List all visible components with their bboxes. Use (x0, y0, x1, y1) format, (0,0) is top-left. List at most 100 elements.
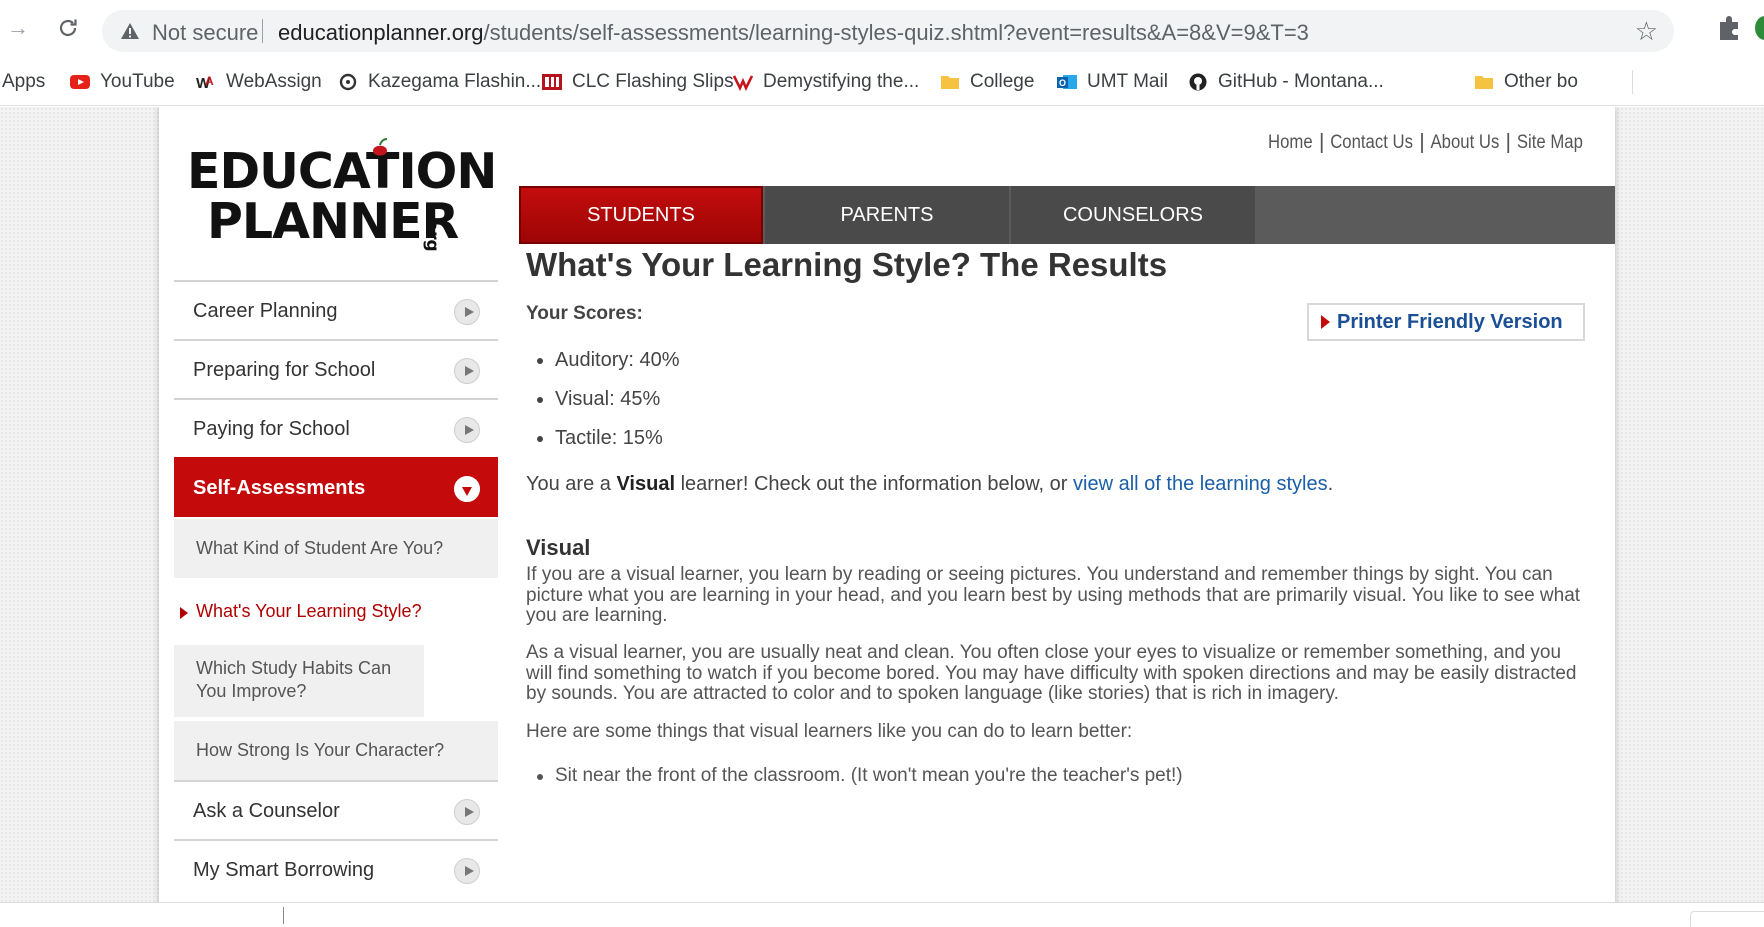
subnav-item-label: What's Your Learning Style? (196, 601, 422, 621)
bookmarks-divider (1632, 70, 1633, 94)
bookmark-kazegama[interactable]: Kazegama Flashin... (338, 70, 541, 94)
tip-list: Sit near the front of the classroom. (It… (526, 761, 1183, 791)
arrow-right-circle-icon (454, 417, 480, 443)
sidebar-item-ask-a-counselor[interactable]: Ask a Counselor (174, 780, 498, 840)
profile-avatar[interactable] (1755, 16, 1764, 40)
bookmark-umt-mail[interactable]: O UMT Mail (1057, 70, 1168, 94)
main-nav: STUDENTS PARENTS COUNSELORS (519, 186, 1615, 244)
kazegama-icon (339, 73, 357, 91)
logo-line-2: PLANNER (207, 193, 459, 250)
summary-prefix: You are a (526, 473, 617, 495)
utility-link-home[interactable]: Home (1260, 133, 1320, 153)
back-arrow-icon[interactable]: → (4, 14, 32, 42)
bookmark-clc[interactable]: CLC Flashing Slips (542, 70, 734, 94)
status-box (1690, 911, 1764, 927)
bookmark-label: CLC Flashing Slips (572, 71, 734, 92)
demystifying-icon (733, 75, 753, 91)
bookmark-other-folder[interactable]: Other bo (1474, 70, 1578, 94)
sidebar-item-label: Career Planning (193, 299, 338, 322)
subnav-item-student-type[interactable]: What Kind of Student Are You? (174, 519, 498, 578)
address-divider (262, 19, 263, 43)
browser-toolbar: → Not secure educationplanner.org/studen… (0, 0, 1764, 56)
logo-line-1: EDUCATION (187, 143, 497, 200)
tab-students[interactable]: STUDENTS (519, 186, 763, 244)
url-text[interactable]: educationplanner.org/students/self-asses… (278, 20, 1309, 46)
description-paragraph: If you are a visual learner, you learn b… (526, 564, 1581, 626)
youtube-icon (70, 75, 90, 89)
summary-middle: learner! Check out the information below… (675, 473, 1074, 495)
learning-style-result: Visual (616, 473, 676, 495)
page-title: What's Your Learning Style? The Results (526, 246, 1168, 283)
subnav-item-label: How Strong Is Your Character? (196, 740, 445, 760)
subnav-item-learning-style[interactable]: What's Your Learning Style? (174, 582, 498, 641)
utility-link-contact[interactable]: Contact Us (1320, 133, 1421, 153)
main-content: What's Your Learning Style? The Results … (526, 245, 1586, 786)
arrow-right-icon (1321, 315, 1330, 329)
tips-intro: Here are some things that visual learner… (526, 721, 1133, 742)
bookmark-college-folder[interactable]: College (940, 70, 1034, 94)
view-all-styles-link[interactable]: view all of the learning styles (1073, 473, 1328, 495)
section-heading: Visual (526, 535, 591, 560)
arrow-right-circle-icon (454, 299, 480, 325)
sidebar-nav: Career Planning Preparing for School Pay… (174, 280, 498, 899)
outlook-icon: O (1057, 75, 1077, 89)
horizontal-scrollbar[interactable] (0, 902, 1764, 927)
bookmark-label: Apps (2, 71, 46, 92)
github-icon (1189, 73, 1207, 91)
subnav-item-study-habits[interactable]: Which Study Habits Can You Improve? (174, 645, 424, 717)
security-label[interactable]: Not secure (152, 20, 258, 46)
bookmark-youtube[interactable]: YouTube (70, 70, 175, 94)
url-host: educationplanner.org (278, 20, 484, 45)
education-planner-logo[interactable]: EDUCATION PLANNER .org (187, 137, 497, 252)
sidebar-item-label: Preparing for School (193, 358, 376, 381)
result-summary: You are a Visual learner! Check out the … (526, 473, 1333, 496)
bookmark-label: GitHub - Montana... (1218, 71, 1384, 92)
score-list: Auditory: 40% Visual: 45% Tactile: 15% (526, 345, 680, 462)
bookmark-star-icon[interactable]: ☆ (1635, 16, 1658, 47)
apple-icon (373, 138, 388, 156)
tab-parents[interactable]: PARENTS (765, 186, 1009, 244)
utility-link-sitemap[interactable]: Site Map (1507, 133, 1591, 153)
arrow-right-circle-icon (454, 358, 480, 384)
bookmark-demystifying[interactable]: Demystifying the... (733, 70, 919, 94)
subnav-item-label: Which Study Habits Can You Improve? (196, 658, 392, 701)
scores-label: Your Scores: (526, 303, 643, 324)
tab-counselors[interactable]: COUNSELORS (1011, 186, 1255, 244)
bookmark-label: Kazegama Flashin... (368, 71, 542, 92)
current-page-marker-icon (180, 607, 188, 619)
score-tactile: Tactile: 15% (526, 423, 680, 462)
bookmark-webassign[interactable]: WA WebAssign (196, 70, 322, 94)
bookmark-github[interactable]: GitHub - Montana... (1188, 70, 1384, 94)
subnav-item-character[interactable]: How Strong Is Your Character? (174, 721, 498, 780)
sidebar-item-label: Self-Assessments (193, 476, 366, 499)
scroll-divider (283, 907, 284, 924)
sidebar-item-preparing-for-school[interactable]: Preparing for School (174, 339, 498, 399)
sidebar-item-self-assessments[interactable]: Self-Assessments (174, 457, 498, 517)
webassign-icon: WA (196, 74, 214, 91)
utility-nav: Home Contact Us About Us Site Map (1260, 133, 1591, 153)
summary-suffix: . (1327, 473, 1334, 495)
bookmark-label: YouTube (100, 71, 175, 92)
utility-link-about[interactable]: About Us (1421, 133, 1507, 153)
sidebar-item-career-planning[interactable]: Career Planning (174, 280, 498, 340)
subnav-item-label: What Kind of Student Are You? (196, 538, 444, 558)
printer-friendly-button[interactable]: Printer Friendly Version (1307, 303, 1585, 341)
arrow-down-circle-icon (454, 476, 480, 502)
tip-item: Sit near the front of the classroom. (It… (526, 761, 1183, 791)
sidebar-item-paying-for-school[interactable]: Paying for School (174, 398, 498, 458)
bookmark-label: College (970, 71, 1035, 92)
bookmark-label: Other bo (1504, 71, 1578, 92)
sidebar-item-label: Ask a Counselor (193, 799, 340, 822)
extensions-puzzle-icon[interactable] (1714, 14, 1744, 42)
address-bar[interactable]: Not secure educationplanner.org/students… (102, 10, 1674, 52)
score-auditory: Auditory: 40% (526, 345, 680, 384)
sidebar-item-label: Paying for School (193, 417, 350, 440)
description-paragraph: As a visual learner, you are usually nea… (526, 642, 1577, 704)
url-path: /students/self-assessments/learning-styl… (483, 20, 1309, 45)
warning-icon[interactable] (120, 21, 140, 41)
sidebar-item-my-smart-borrowing[interactable]: My Smart Borrowing (174, 839, 498, 899)
arrow-right-circle-icon (454, 799, 480, 825)
reload-icon[interactable] (54, 14, 82, 42)
score-visual: Visual: 45% (526, 384, 680, 423)
bookmark-apps[interactable]: Apps (2, 70, 45, 94)
